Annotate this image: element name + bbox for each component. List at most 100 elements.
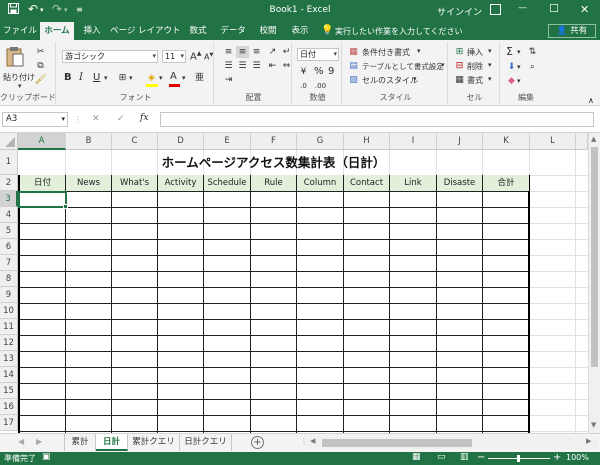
- column-header-c[interactable]: C: [112, 133, 158, 150]
- column-header-d[interactable]: D: [158, 133, 204, 150]
- font-size-combo[interactable]: 11 ▾: [162, 50, 186, 63]
- column-header-e[interactable]: E: [204, 133, 251, 150]
- format-cells-icon[interactable]: ▦: [453, 74, 466, 86]
- format-as-table-dropdown-icon[interactable]: ▾: [441, 61, 445, 69]
- header-cell-news[interactable]: News: [66, 175, 112, 191]
- cancel-formula-icon[interactable]: ✕: [92, 114, 100, 124]
- decrease-decimal-icon[interactable]: .00: [314, 80, 327, 92]
- name-box[interactable]: A3 ▾: [2, 112, 68, 127]
- align-middle-icon[interactable]: ≡: [236, 46, 249, 58]
- header-cell-rule[interactable]: Rule: [251, 175, 297, 191]
- row-header[interactable]: 4: [0, 207, 18, 223]
- sheet-title[interactable]: ホームページアクセス数集計表（日計）: [18, 150, 529, 175]
- row-header[interactable]: 13: [0, 351, 18, 367]
- fill-dropdown-icon[interactable]: ▾: [517, 63, 521, 71]
- sort-filter-icon[interactable]: ⇅: [526, 46, 539, 58]
- sheet-tab-cumulative-query[interactable]: 累計クエリ: [128, 434, 180, 451]
- tab-view[interactable]: 表示: [286, 22, 314, 40]
- row-header[interactable]: 7: [0, 255, 18, 271]
- shrink-font-button[interactable]: A▼: [204, 52, 213, 62]
- tab-file[interactable]: ファイル: [2, 22, 38, 40]
- selected-cell[interactable]: [18, 191, 67, 208]
- clear-dropdown-icon[interactable]: ▾: [517, 77, 521, 85]
- align-bottom-icon[interactable]: ≡: [250, 46, 263, 58]
- increase-decimal-icon[interactable]: .0: [297, 80, 310, 92]
- ribbon-display-options-icon[interactable]: [490, 4, 501, 15]
- conditional-format-icon[interactable]: ▦: [347, 46, 360, 58]
- redo-icon[interactable]: ↷: [52, 2, 62, 16]
- column-header-l[interactable]: L: [530, 133, 576, 150]
- prev-sheet-icon[interactable]: ◀: [18, 437, 24, 446]
- insert-function-icon[interactable]: fx: [140, 113, 148, 123]
- row-header[interactable]: 11: [0, 319, 18, 335]
- autosum-dropdown-icon[interactable]: ▾: [517, 48, 521, 56]
- customize-qat-icon[interactable]: ≡: [76, 5, 83, 14]
- zoom-level[interactable]: 100%: [566, 453, 589, 462]
- column-header-k[interactable]: K: [483, 133, 530, 150]
- delete-cells-icon[interactable]: ⊟: [453, 60, 466, 72]
- bold-button[interactable]: B: [64, 72, 72, 83]
- maximize-button[interactable]: ☐: [549, 2, 559, 15]
- border-dropdown-icon[interactable]: ▾: [129, 74, 133, 82]
- fill-color-icon[interactable]: ◈: [145, 72, 158, 84]
- align-right-icon[interactable]: ☰: [250, 60, 263, 72]
- tab-split-icon[interactable]: ⋮: [300, 437, 308, 446]
- font-name-combo[interactable]: 游ゴシック ▾: [62, 50, 158, 63]
- close-button[interactable]: ✕: [580, 3, 589, 16]
- font-color-dropdown-icon[interactable]: ▾: [182, 74, 186, 82]
- paste-icon[interactable]: [5, 46, 25, 68]
- column-header-m[interactable]: [576, 133, 588, 150]
- column-header-a[interactable]: A: [18, 133, 66, 150]
- insert-cells-button[interactable]: 挿入: [467, 47, 483, 58]
- undo-icon[interactable]: ↶: [28, 2, 38, 16]
- insert-cells-dropdown-icon[interactable]: ▾: [488, 47, 492, 55]
- header-cell-schedule[interactable]: Schedule: [204, 175, 251, 191]
- format-painter-icon[interactable]: 🖌: [34, 74, 47, 86]
- font-color-button[interactable]: A: [170, 71, 177, 82]
- increase-indent-icon[interactable]: ⇥: [222, 74, 235, 86]
- formula-input[interactable]: [160, 112, 594, 127]
- collapse-ribbon-icon[interactable]: ∧: [588, 96, 594, 105]
- fill-color-dropdown-icon[interactable]: ▾: [159, 74, 163, 82]
- phonetic-icon[interactable]: 亜: [193, 72, 206, 84]
- horizontal-scrollbar[interactable]: ◀ ▶: [308, 437, 598, 449]
- autosum-button[interactable]: Σ: [506, 45, 513, 58]
- sheet-tab-daily-query[interactable]: 日計クエリ: [180, 434, 232, 451]
- currency-icon[interactable]: ¥: [297, 66, 310, 78]
- zoom-slider-thumb[interactable]: [517, 455, 520, 462]
- delete-cells-dropdown-icon[interactable]: ▾: [488, 61, 492, 69]
- format-as-table-button[interactable]: テーブルとして書式設定: [362, 61, 444, 72]
- header-cell-activity[interactable]: Activity: [158, 175, 204, 191]
- conditional-format-button[interactable]: 条件付き書式: [362, 47, 410, 58]
- align-center-icon[interactable]: ☰: [236, 60, 249, 72]
- align-left-icon[interactable]: ☰: [222, 60, 235, 72]
- percent-button[interactable]: %: [314, 66, 324, 77]
- format-as-table-icon[interactable]: ▤: [347, 60, 360, 72]
- header-cell-disaster[interactable]: Disaste: [437, 175, 483, 191]
- row-header[interactable]: 10: [0, 303, 18, 319]
- underline-button[interactable]: U: [93, 72, 100, 83]
- tell-me-input[interactable]: 実行したい作業を入力してください: [335, 26, 463, 37]
- tab-page-layout[interactable]: ページ レイアウト: [110, 22, 181, 40]
- row-header[interactable]: 8: [0, 271, 18, 287]
- tab-insert[interactable]: 挿入: [78, 22, 106, 40]
- row-header[interactable]: 1: [0, 150, 18, 175]
- tab-data[interactable]: データ: [216, 22, 250, 40]
- column-header-i[interactable]: I: [390, 133, 437, 150]
- cell-styles-button[interactable]: セルのスタイル: [362, 75, 418, 86]
- header-cell-link[interactable]: Link: [390, 175, 437, 191]
- wrap-text-icon[interactable]: ↵: [280, 46, 293, 58]
- header-cell-column[interactable]: Column: [297, 175, 344, 191]
- minimize-button[interactable]: —: [518, 3, 527, 13]
- delete-cells-button[interactable]: 削除: [467, 61, 483, 72]
- format-cells-dropdown-icon[interactable]: ▾: [488, 75, 492, 83]
- add-sheet-icon[interactable]: +: [251, 436, 264, 449]
- scroll-up-icon[interactable]: ▲: [591, 135, 596, 143]
- insert-cells-icon[interactable]: ⊞: [453, 46, 466, 58]
- paste-dropdown-icon[interactable]: ▾: [18, 82, 22, 90]
- header-cell-date[interactable]: 日付: [18, 175, 66, 191]
- header-cell-whats[interactable]: What's: [112, 175, 158, 191]
- tab-home[interactable]: ホーム: [40, 22, 74, 40]
- page-layout-view-icon[interactable]: ▭: [437, 452, 446, 462]
- orientation-icon[interactable]: ↗: [266, 46, 279, 58]
